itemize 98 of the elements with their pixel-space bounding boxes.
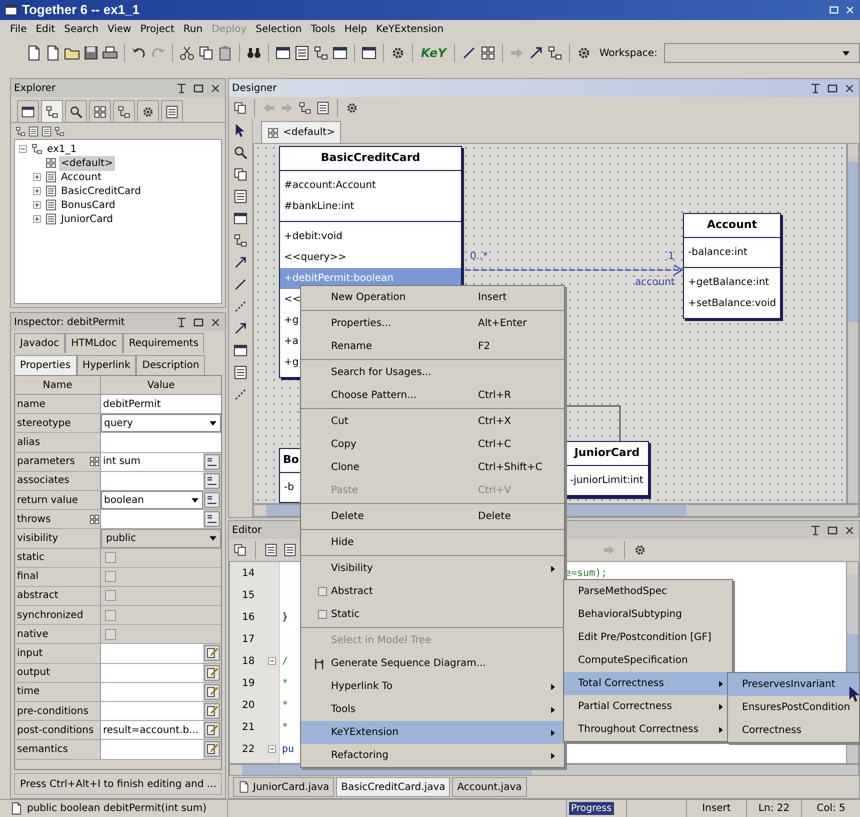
hint-text: Press Ctrl+Alt+I to finish editing and ... [14,773,222,795]
menu-label: New Operation [331,291,407,305]
property-name: time [17,685,41,700]
shortcut: Ctrl+X [478,415,512,429]
panel-title: Designer [232,82,278,96]
line-number: 15 [242,588,255,602]
menu-label: Copy [331,438,358,452]
code-text: * [282,720,288,734]
menu-label: Cut [331,415,350,429]
menu-label: Generate Sequence Diagram... [331,657,487,671]
property-name: visibility [17,532,60,546]
menu-label: Rename [331,340,374,354]
line-number: 16 [242,610,255,624]
panel-title: Explorer [14,82,57,96]
code-text: pu [282,742,294,756]
shortcut: Insert [478,291,508,305]
multiplicity-label: 1 [668,250,674,264]
menu-label: Refactoring [331,749,390,763]
property-name: associates [17,474,70,488]
menu-label: Select in Model Tree [331,634,432,648]
menu-label: Tools [331,703,357,717]
property-name: synchronized [17,608,84,623]
property-name: return value [17,494,80,508]
tab-label: BasicCreditCard.java [341,780,446,794]
shortcut: Ctrl+R [478,389,512,403]
menu-label: Static [331,608,361,622]
dropdown-value: public [106,532,136,546]
menu-label: Throughout Correctness [578,723,700,737]
multiplicity-label: 0..* [470,250,488,264]
shortcut: Delete [478,510,512,524]
property-name: name [17,398,46,412]
shortcut: Ctrl+Shift+C [478,461,544,475]
line-number: 22 [242,742,255,756]
menu-label: Partial Correctness [578,700,674,714]
menu-label: Visibility [331,562,374,576]
shortcut: F2 [478,340,492,354]
menu-label: Hyperlink To [331,680,394,694]
menu-label: Correctness [742,724,802,738]
menu-label: Clone [331,461,360,475]
line-number: 21 [242,720,255,734]
menu-label: KeYExtension [331,726,400,740]
menu-label: Search for Usages... [331,366,432,380]
property-name: parameters [17,455,76,470]
column-header: Name [15,376,101,395]
panel-title: Editor [232,524,263,538]
line-number: 18 [242,654,255,668]
property-name: final [17,570,40,584]
status-field: Ln: 22 [747,800,802,817]
code-text: / [282,654,288,668]
menu-label: BehavioralSubtyping [578,608,683,622]
class-name: BasicCreditCard [280,147,461,171]
menu-label: Delete [331,510,365,524]
menu-label: Hide [331,536,355,550]
line-number: 14 [242,566,255,580]
property-name: native [17,628,50,642]
workspace-label: Workspace: [599,46,658,60]
property-name: alias [17,436,42,450]
menu-label: Edit Pre/Postcondition [GF] [578,631,712,645]
status-message: public boolean debitPermit(int sum) [27,802,206,816]
property-name: input [17,647,44,662]
shortcut: Ctrl+V [478,484,512,498]
menu-label: ParseMethodSpec [578,585,668,599]
menu-label: Choose Pattern... [331,389,418,403]
line-number: 20 [242,698,255,712]
property-name: stereotype [17,416,72,431]
shortcut: Ctrl+C [478,438,512,452]
tab-label: JuniorCard.java [253,780,330,794]
property-name: pre-conditions [17,704,90,719]
menu-label: Total Correctness [578,677,665,691]
property-name: post-conditions [17,724,95,738]
status-field: Col: 5 [802,800,860,817]
property-name: output [17,666,51,680]
menu-label: EnsuresPostCondition [742,701,852,715]
menu-label: Abstract [331,585,374,599]
property-name: semantics [17,742,69,757]
shortcut: Alt+Enter [478,317,528,331]
menu-label: PreservesInvariant [742,678,836,692]
tab-label: <default> [283,126,335,140]
tab-label: Account.java [457,780,522,794]
code-text: * [282,698,288,712]
menu-label: ComputeSpecification [578,654,689,668]
progress-indicator: Progress [569,802,614,815]
panel-title: Inspector: debitPermit [14,316,126,330]
line-number: 17 [242,632,255,646]
code-text: } [282,610,288,624]
dropdown-value: boolean [104,494,144,508]
status-field: Insert [687,800,747,817]
class-name: Account [684,214,780,238]
menu-label: Properties... [331,317,392,331]
property-name: throws [17,512,52,527]
role-label: account [635,276,675,290]
menu-label: Paste [331,484,359,498]
code-text: * [282,676,288,690]
window-title: Together 6 -- ex1_1 [22,1,140,20]
dropdown-value: query [104,416,133,431]
line-number: 19 [242,676,255,690]
property-name: abstract [17,589,60,604]
property-name: static [17,551,46,566]
